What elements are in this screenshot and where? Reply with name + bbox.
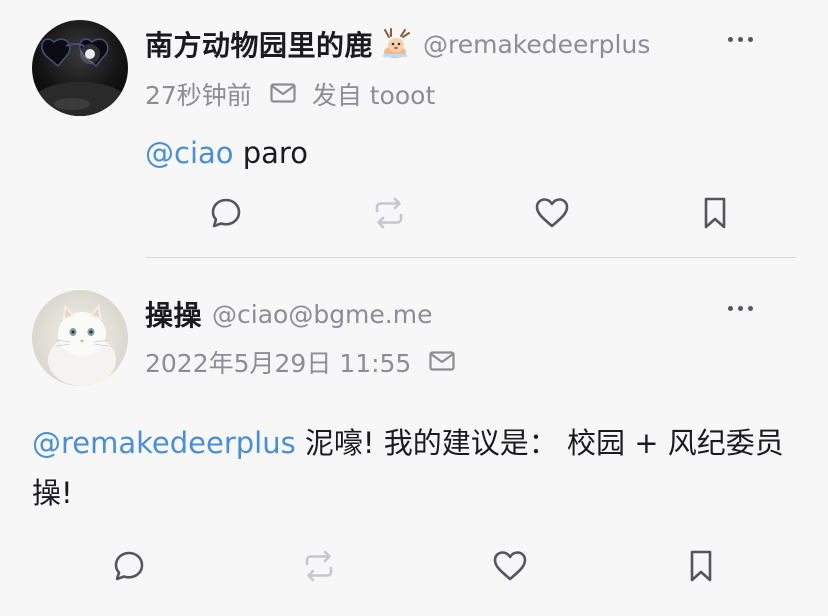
post-actions: [0, 195, 828, 235]
mail-icon: [270, 80, 296, 109]
boost-button[interactable]: [369, 195, 409, 235]
boost-button[interactable]: [299, 548, 339, 588]
post-time[interactable]: 2022年5月29日 11:55: [145, 344, 411, 380]
favourite-button[interactable]: [532, 195, 572, 235]
post-content: @ciao paro: [145, 128, 308, 178]
post-actions: [0, 548, 828, 588]
avatar[interactable]: [32, 20, 128, 116]
deer-emoji-icon: [379, 27, 413, 61]
boost-icon: [371, 195, 407, 235]
post-text: paro: [233, 136, 308, 170]
post-content: @remakedeerplus 泥嚎! 我的建议是： 校园 + 风纪委员 操!: [32, 418, 792, 518]
handle[interactable]: @ciao@bgme.me: [212, 300, 432, 329]
timeline: 南方动物园里的鹿 @remakedeerplus 27秒钟前 发自 tooot …: [0, 0, 828, 616]
bookmark-icon: [687, 549, 715, 587]
reply-button[interactable]: [109, 548, 149, 588]
white-cat-avatar-image: [32, 290, 128, 386]
handle[interactable]: @remakedeerplus: [423, 30, 650, 59]
mail-icon: [429, 348, 455, 377]
more-icon: [725, 305, 755, 311]
reply-icon: [112, 549, 146, 587]
reply-button[interactable]: [206, 195, 246, 235]
heart-sunglasses-avatar-image: [32, 20, 128, 116]
boost-icon: [301, 548, 337, 588]
post-header: 操操 @ciao@bgme.me: [145, 292, 432, 336]
heart-icon: [534, 196, 570, 234]
more-button[interactable]: [720, 298, 760, 318]
bookmark-button[interactable]: [695, 195, 735, 235]
bookmark-icon: [701, 196, 729, 234]
post-meta: 2022年5月29日 11:55: [145, 343, 471, 381]
display-name[interactable]: 操操: [145, 294, 202, 334]
post-meta: 27秒钟前 发自 tooot: [145, 75, 435, 113]
more-button[interactable]: [720, 29, 760, 49]
display-name[interactable]: 南方动物园里的鹿: [145, 24, 373, 64]
mention-link[interactable]: @ciao: [145, 136, 234, 170]
avatar[interactable]: [32, 290, 128, 386]
bookmark-button[interactable]: [681, 548, 721, 588]
post-header: 南方动物园里的鹿 @remakedeerplus: [145, 22, 650, 66]
post-application: 发自 tooot: [311, 81, 436, 110]
heart-icon: [492, 549, 528, 587]
more-icon: [725, 36, 755, 42]
post-time[interactable]: 27秒钟前: [145, 76, 252, 112]
favourite-button[interactable]: [490, 548, 530, 588]
post-divider: [145, 257, 796, 258]
mention-link[interactable]: @remakedeerplus: [32, 426, 296, 460]
reply-icon: [209, 196, 243, 234]
